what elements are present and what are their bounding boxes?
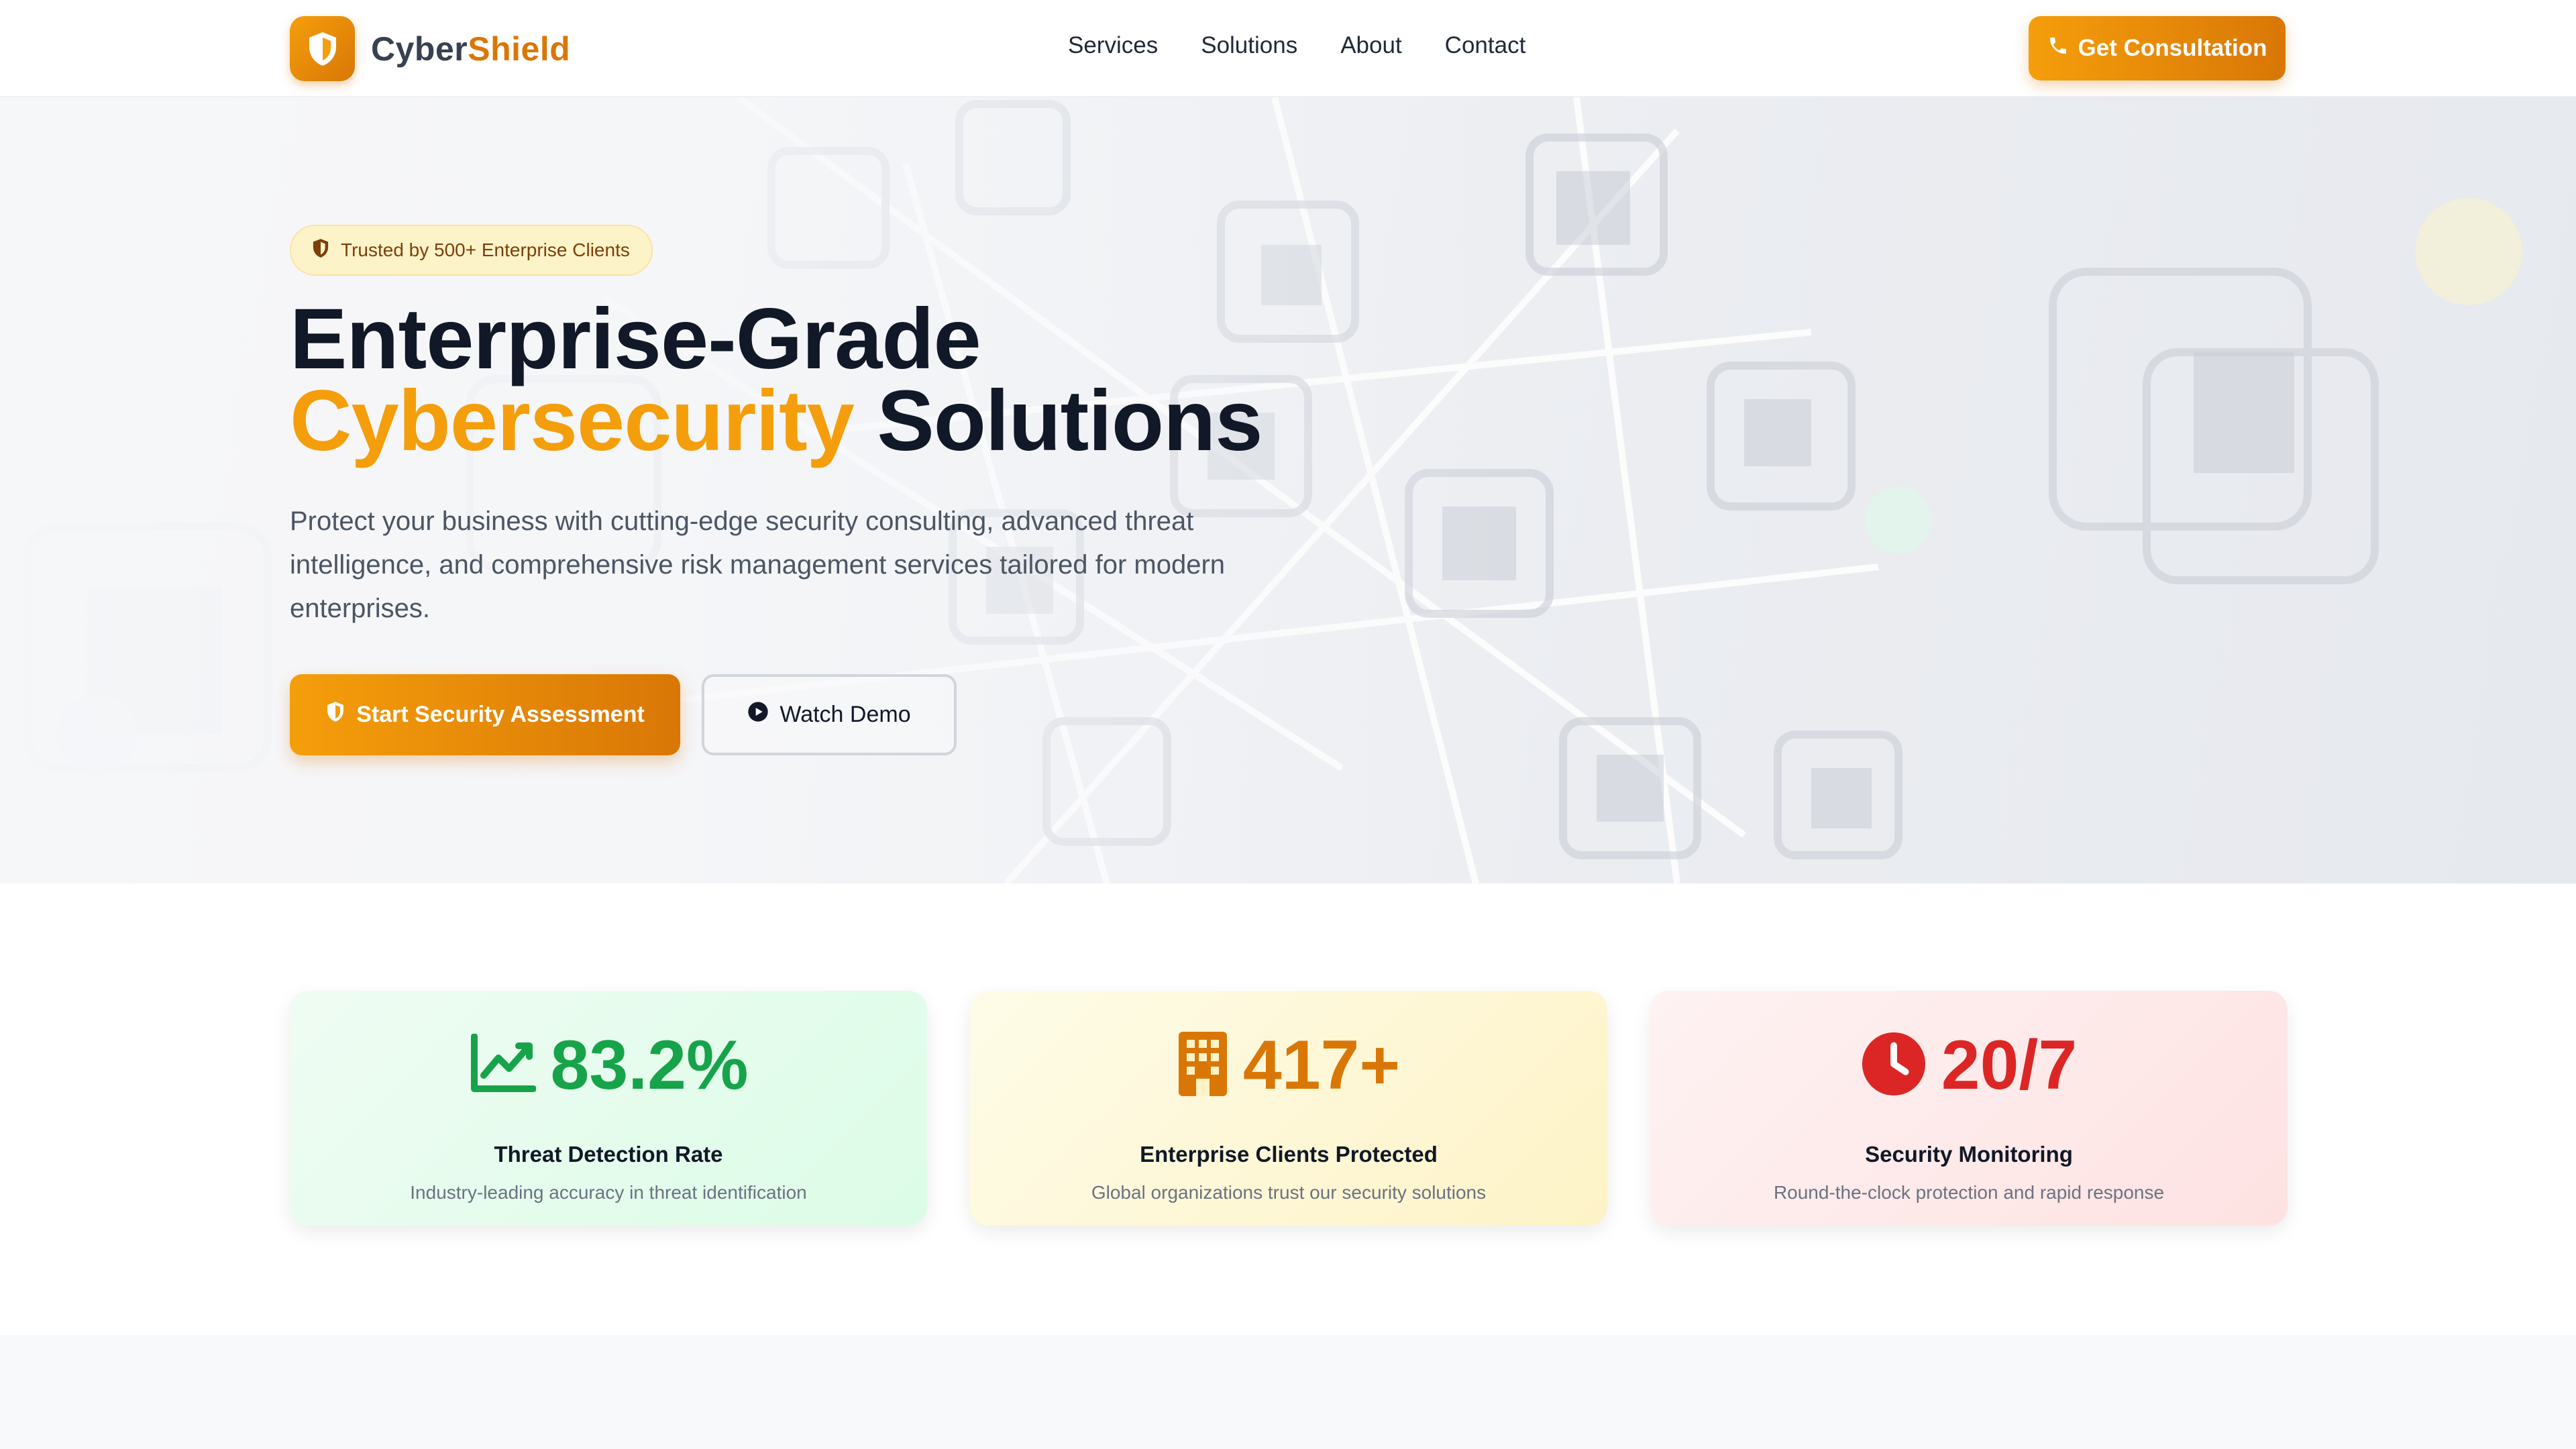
stat-value: 20/7 bbox=[1941, 1026, 2078, 1104]
hero-title-accent: Cybersecurity bbox=[290, 373, 855, 469]
clock-icon bbox=[1861, 1031, 1927, 1100]
hero-section: Trusted by 500+ Enterprise Clients Enter… bbox=[0, 97, 2576, 883]
get-consultation-label: Get Consultation bbox=[2078, 35, 2267, 61]
hero-title-line1: Enterprise-Grade bbox=[290, 291, 981, 387]
watch-demo-label: Watch Demo bbox=[780, 702, 911, 727]
nav-link-solutions[interactable]: Solutions bbox=[1201, 32, 1297, 59]
stat-description: Industry-leading accuracy in threat iden… bbox=[410, 1182, 807, 1203]
stat-label: Enterprise Clients Protected bbox=[1140, 1142, 1438, 1167]
trend-chart-icon bbox=[469, 1032, 537, 1097]
nav-link-services[interactable]: Services bbox=[1068, 32, 1158, 59]
shield-icon bbox=[290, 16, 355, 81]
nav-link-contact[interactable]: Contact bbox=[1445, 32, 1526, 59]
stat-value: 83.2% bbox=[550, 1026, 749, 1104]
top-navigation: CyberShield Services Solutions About Con… bbox=[0, 0, 2576, 97]
building-icon bbox=[1177, 1030, 1228, 1101]
start-assessment-button[interactable]: Start Security Assessment bbox=[290, 674, 680, 755]
hero-title-rest: Solutions bbox=[853, 373, 1263, 469]
hero-fade-overlay bbox=[0, 97, 1543, 883]
nav-link-about[interactable]: About bbox=[1340, 32, 1401, 59]
stat-card-security-monitoring: 20/7 Security Monitoring Round-the-clock… bbox=[1650, 991, 2288, 1226]
stat-description: Global organizations trust our security … bbox=[1091, 1182, 1487, 1203]
hero-subtitle: Protect your business with cutting-edge … bbox=[290, 506, 1226, 623]
next-section-background bbox=[0, 1335, 2576, 1449]
brand-logo[interactable]: CyberShield bbox=[290, 16, 570, 81]
watch-demo-button[interactable]: Watch Demo bbox=[702, 674, 957, 755]
shield-icon bbox=[311, 238, 330, 263]
play-icon bbox=[747, 701, 769, 729]
stat-description: Round-the-clock protection and rapid res… bbox=[1773, 1182, 2165, 1203]
stats-section: 83.2% Threat Detection Rate Industry-lea… bbox=[0, 883, 2576, 1335]
stat-label: Threat Detection Rate bbox=[494, 1142, 723, 1167]
phone-icon bbox=[2047, 35, 2069, 62]
stat-card-enterprise-clients: 417+ Enterprise Clients Protected Global… bbox=[970, 991, 1607, 1226]
hero-title: Enterprise-Grade Cybersecurity Solutions bbox=[290, 291, 1263, 464]
get-consultation-button[interactable]: Get Consultation bbox=[2029, 16, 2286, 80]
trust-badge: Trusted by 500+ Enterprise Clients bbox=[290, 225, 653, 276]
stat-value: 417+ bbox=[1242, 1026, 1401, 1104]
stat-label: Security Monitoring bbox=[1865, 1142, 2073, 1167]
nav-links: Services Solutions About Contact bbox=[1068, 32, 1568, 59]
brand-name: CyberShield bbox=[371, 30, 571, 68]
start-assessment-label: Start Security Assessment bbox=[356, 702, 645, 727]
shield-icon bbox=[325, 701, 345, 729]
trust-badge-text: Trusted by 500+ Enterprise Clients bbox=[341, 239, 630, 260]
stat-card-threat-detection: 83.2% Threat Detection Rate Industry-lea… bbox=[290, 991, 927, 1226]
